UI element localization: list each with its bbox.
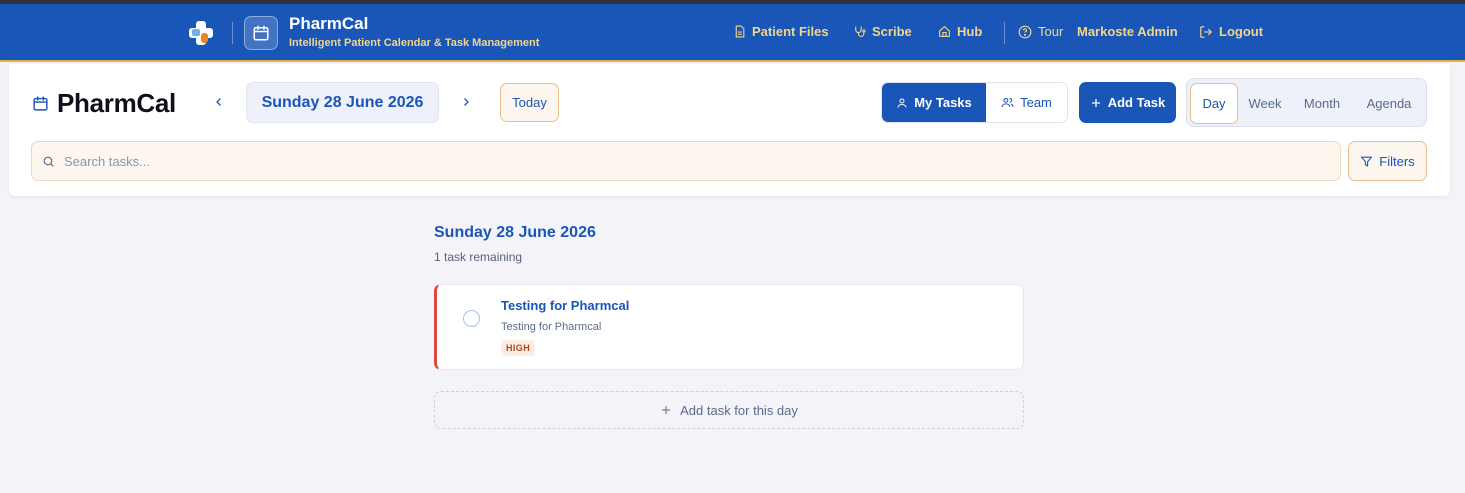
nav-hub-label: Hub bbox=[957, 24, 983, 39]
help-circle-icon bbox=[1018, 25, 1032, 38]
view-agenda[interactable]: Agenda bbox=[1356, 83, 1422, 124]
logout-icon bbox=[1200, 25, 1213, 38]
team-tab[interactable]: Team bbox=[986, 83, 1067, 122]
stethoscope-icon bbox=[855, 26, 866, 37]
user-name-label: Markoste Admin bbox=[1077, 24, 1178, 39]
logout-button[interactable]: Logout bbox=[1199, 24, 1263, 39]
users-icon bbox=[1001, 97, 1014, 107]
my-tasks-label: My Tasks bbox=[914, 95, 972, 110]
previous-day-button[interactable] bbox=[208, 91, 230, 113]
task-scope-toggle: My Tasks Team bbox=[881, 82, 1068, 123]
team-label: Team bbox=[1020, 95, 1052, 110]
day-heading: Sunday 28 June 2026 bbox=[434, 224, 596, 241]
brand-subtitle: Intelligent Patient Calendar & Task Mana… bbox=[289, 37, 540, 49]
view-month[interactable]: Month bbox=[1293, 83, 1351, 124]
chevron-right-icon bbox=[464, 98, 469, 106]
header-divider bbox=[1004, 22, 1005, 44]
nav-scribe[interactable]: Scribe bbox=[853, 24, 912, 39]
nav-tour[interactable]: Tour bbox=[1018, 24, 1063, 39]
home-icon bbox=[939, 25, 950, 37]
add-task-for-day-label: Add task for this day bbox=[680, 402, 798, 418]
file-icon bbox=[735, 25, 745, 38]
view-day[interactable]: Day bbox=[1190, 83, 1238, 124]
view-switcher: Day Week Month Agenda bbox=[1186, 78, 1427, 127]
calendar-icon bbox=[253, 25, 269, 41]
calendar-icon bbox=[33, 96, 48, 111]
task-card[interactable]: Testing for Pharmcal Testing for Pharmca… bbox=[434, 284, 1024, 370]
user-icon bbox=[897, 98, 907, 108]
app-icon bbox=[244, 16, 278, 50]
task-description: Testing for Pharmcal bbox=[501, 321, 602, 333]
tasks-remaining: 1 task remaining bbox=[434, 250, 523, 264]
search-bar bbox=[31, 141, 1341, 181]
current-date-display[interactable]: Sunday 28 June 2026 bbox=[246, 82, 439, 123]
nav-patient-files-label: Patient Files bbox=[752, 24, 829, 39]
brand-title: PharmCal bbox=[289, 14, 369, 33]
nav-hub[interactable]: Hub bbox=[938, 24, 982, 39]
add-task-label: Add Task bbox=[1107, 95, 1166, 110]
filters-label: Filters bbox=[1379, 153, 1415, 169]
plus-icon bbox=[1091, 98, 1100, 107]
filter-icon bbox=[1360, 156, 1373, 167]
task-title[interactable]: Testing for Pharmcal bbox=[501, 298, 629, 313]
chevron-left-icon bbox=[216, 98, 221, 106]
nav-patient-files[interactable]: Patient Files bbox=[733, 24, 829, 39]
add-task-for-day-button[interactable]: Add task for this day bbox=[434, 391, 1024, 429]
header-divider bbox=[232, 22, 233, 44]
search-icon bbox=[43, 156, 54, 167]
page-title: PharmCal bbox=[57, 88, 176, 118]
next-day-button[interactable] bbox=[455, 91, 477, 113]
plus-icon bbox=[662, 406, 671, 414]
logo-cross-icon[interactable] bbox=[188, 20, 214, 46]
logout-label: Logout bbox=[1219, 24, 1264, 39]
filters-button[interactable]: Filters bbox=[1348, 141, 1427, 181]
nav-tour-label: Tour bbox=[1038, 24, 1064, 39]
page-title-group: PharmCal bbox=[32, 88, 176, 119]
my-tasks-tab[interactable]: My Tasks bbox=[882, 83, 986, 122]
priority-badge: HIGH bbox=[501, 340, 536, 356]
app-header: PharmCal Intelligent Patient Calendar & … bbox=[0, 4, 1465, 62]
view-week[interactable]: Week bbox=[1240, 83, 1290, 124]
user-name[interactable]: Markoste Admin bbox=[1077, 24, 1178, 39]
task-complete-checkbox[interactable] bbox=[463, 310, 480, 327]
add-task-button[interactable]: Add Task bbox=[1079, 82, 1176, 123]
today-button[interactable]: Today bbox=[500, 83, 559, 122]
search-input[interactable] bbox=[64, 153, 1314, 169]
nav-scribe-label: Scribe bbox=[872, 24, 912, 39]
